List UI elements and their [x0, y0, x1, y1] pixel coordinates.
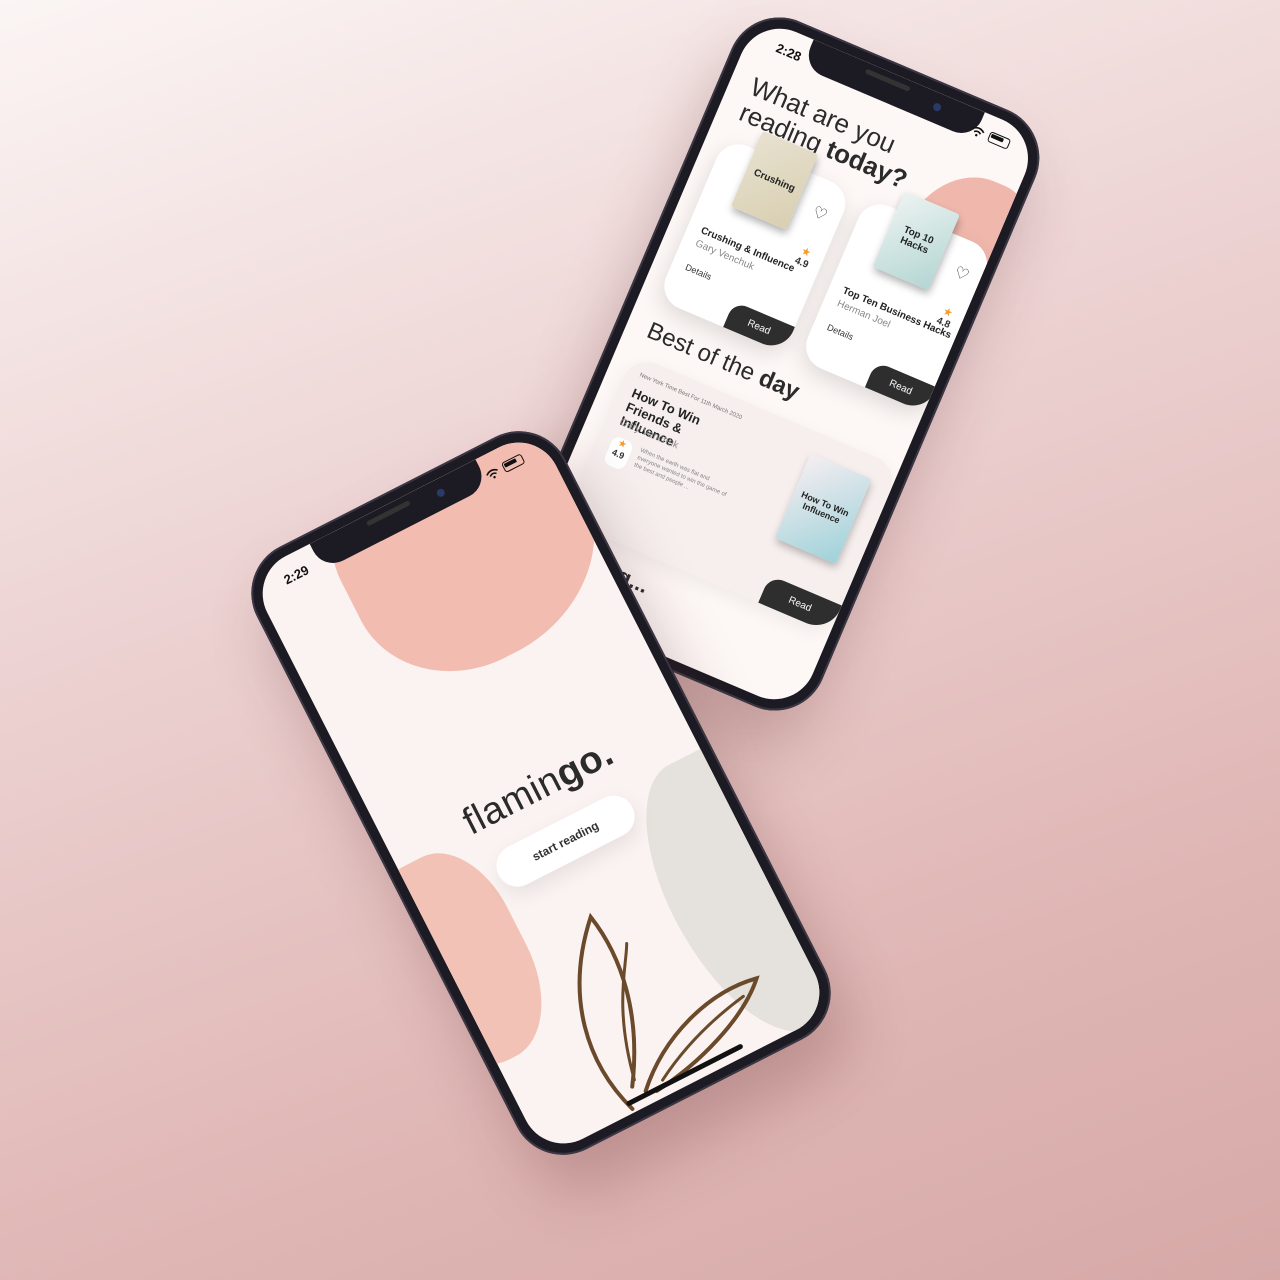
read-button[interactable]: Read — [864, 361, 937, 413]
rating-badge: ★ 4.9 — [602, 435, 635, 472]
best-heading-bold: day — [754, 364, 804, 406]
details-link[interactable]: Details — [826, 322, 855, 342]
heart-icon[interactable]: ♡ — [809, 202, 830, 226]
read-button[interactable]: Read — [758, 575, 842, 634]
status-icons — [969, 124, 1012, 150]
heart-icon[interactable]: ♡ — [951, 262, 972, 286]
battery-icon — [986, 131, 1012, 150]
read-button[interactable]: Read — [723, 301, 795, 353]
details-link[interactable]: Details — [684, 262, 713, 282]
book-carousel: Crushing ♡ ★ 4.9 Crushing & Influence Gar… — [656, 130, 995, 413]
status-time: 2:28 — [773, 40, 804, 65]
status-time: 2:29 — [281, 562, 312, 588]
wifi-icon — [972, 126, 985, 136]
book-cover[interactable]: How To Win Influence — [774, 453, 872, 564]
